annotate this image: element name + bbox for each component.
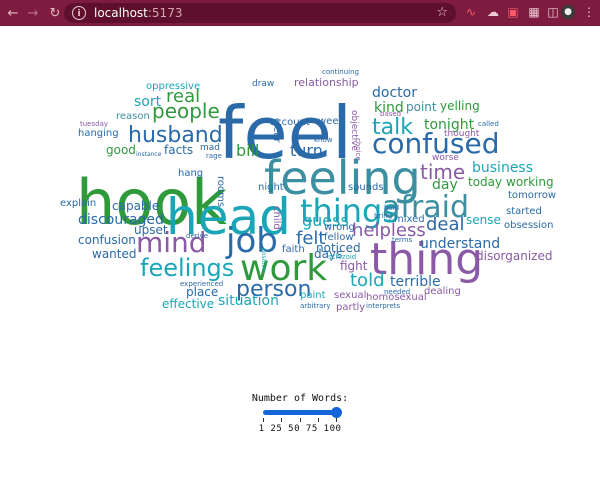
word-today: today — [468, 175, 502, 189]
word-good: good — [106, 143, 136, 157]
word-facts: facts — [164, 143, 193, 157]
word-reason: reason — [116, 111, 150, 122]
word-terms: terms — [392, 236, 413, 244]
word-bill: bill — [236, 141, 260, 160]
word-arbitrary: arbitrary — [300, 302, 331, 310]
word-rooms: rooms — [215, 176, 226, 207]
word-bring: bring — [374, 212, 392, 220]
word-worse: worse — [432, 153, 459, 163]
tick-mark — [318, 418, 319, 422]
word-business: business — [472, 160, 533, 176]
wave-icon[interactable]: ∿ — [464, 5, 478, 19]
word-called: called — [478, 120, 499, 128]
word-wanted: wanted — [92, 247, 136, 261]
url-port: :5173 — [147, 6, 183, 20]
word-based: based — [380, 110, 401, 118]
word-working: working — [506, 175, 554, 189]
word-cloud-svg: hookfeelheadfeelingthingworkjobthingsafr… — [60, 68, 556, 313]
slider-tick-labels: 1 25 50 75 100 — [258, 424, 342, 434]
word-hanging: hanging — [78, 128, 119, 139]
word-told: told — [350, 270, 385, 291]
word-sounds: sounds — [348, 182, 384, 193]
word-night: night — [258, 182, 284, 193]
tick-mark — [336, 418, 337, 422]
word-doctor: doctor — [372, 85, 417, 101]
word-paint: paint — [300, 290, 326, 301]
puzzle-icon[interactable]: ▦ — [527, 5, 541, 19]
word-needed: needed — [384, 288, 410, 296]
word-confusion: confusion — [78, 233, 136, 247]
word-draw: draw — [252, 79, 274, 89]
word-choice: choice — [354, 138, 362, 161]
slider-thumb[interactable] — [331, 407, 342, 418]
word-clear: clear — [271, 118, 282, 144]
word-talk: talk — [372, 115, 413, 140]
word-point: point — [406, 100, 437, 114]
word-sort: sort — [134, 94, 162, 110]
word-week: week — [318, 116, 344, 127]
word-interprets: interprets — [366, 302, 401, 310]
word-feelings: feelings — [140, 254, 234, 282]
word-thought: thought — [444, 129, 480, 139]
word-derive: derive — [186, 232, 208, 240]
arrow-left-icon[interactable]: ← — [4, 6, 22, 21]
word-tuesday: tuesday — [80, 120, 108, 128]
word-count-slider[interactable] — [263, 407, 342, 418]
word-experienced: experienced — [180, 280, 223, 288]
word-deal: deal — [426, 214, 465, 235]
reload-icon[interactable]: ↻ — [46, 6, 64, 21]
word-fight: fight — [340, 259, 368, 273]
tick-mark — [300, 418, 301, 422]
tick-mark — [281, 418, 282, 422]
tick-mark — [263, 418, 264, 422]
word-cloud: hook feel head feeling thing work job things afr… — [0, 26, 600, 386]
avatar-icon[interactable]: ● — [561, 5, 575, 19]
word-disorganized: disorganized — [476, 249, 552, 263]
word-faith: faith — [282, 244, 305, 255]
address-url[interactable]: localhost:5173 — [94, 6, 182, 20]
browser-toolbar: ← → ↻ i localhost:5173 ☆ ∿ ☁ ▣ ▦ ◫ ● ⋮ — [0, 0, 600, 26]
word-sexual: sexual — [334, 290, 366, 301]
address-bar[interactable]: i localhost:5173 ☆ — [64, 3, 456, 23]
word-know: know — [314, 136, 333, 144]
word-day: day — [432, 177, 458, 193]
info-icon[interactable]: i — [72, 6, 86, 20]
slider-ticks — [263, 418, 337, 422]
word-fellow: fellow — [324, 232, 354, 243]
word-wrong: wrong — [324, 222, 355, 233]
word-sense: sense — [466, 213, 501, 227]
word-dealing: dealing — [424, 286, 461, 297]
word-instance: instance — [136, 151, 162, 158]
word-started: started — [506, 206, 542, 217]
word-explain: explain — [60, 198, 96, 209]
word-situation: situation — [218, 293, 279, 309]
word-relationship: relationship — [294, 76, 359, 89]
word-capable: capable — [112, 199, 159, 213]
word-oppressive: oppressive — [146, 81, 200, 92]
word-yelling: yelling — [440, 99, 480, 113]
shield-icon[interactable]: ▣ — [506, 5, 520, 19]
url-host: localhost — [94, 6, 148, 20]
word-obsession: obsession — [504, 220, 553, 231]
word-positive: positive — [260, 248, 267, 272]
word-child: child — [271, 206, 282, 230]
word-hold: hold — [384, 204, 399, 212]
slider-label: Number of Words: — [251, 393, 349, 404]
word-hang: hang — [178, 168, 203, 179]
word-mixed: mixed — [394, 214, 425, 225]
word-continuing: continuing — [322, 68, 359, 76]
word-partly: partly — [336, 302, 365, 313]
word-rage: rage — [206, 152, 222, 160]
sidebar-icon[interactable]: ◫ — [546, 5, 560, 19]
word-count-control: Number of Words: 1 25 50 75 100 — [248, 393, 352, 434]
arrow-right-icon[interactable]: → — [24, 6, 42, 21]
menu-icon[interactable]: ⋮ — [582, 5, 596, 19]
word-tomorrow: tomorrow — [508, 190, 556, 201]
word-effective: effective — [162, 297, 214, 311]
word-schizoid: schizoid — [328, 253, 356, 261]
bookmark-star-icon[interactable]: ☆ — [436, 5, 448, 20]
word-upset: upset — [134, 223, 168, 237]
cloud-icon[interactable]: ☁ — [486, 5, 500, 19]
